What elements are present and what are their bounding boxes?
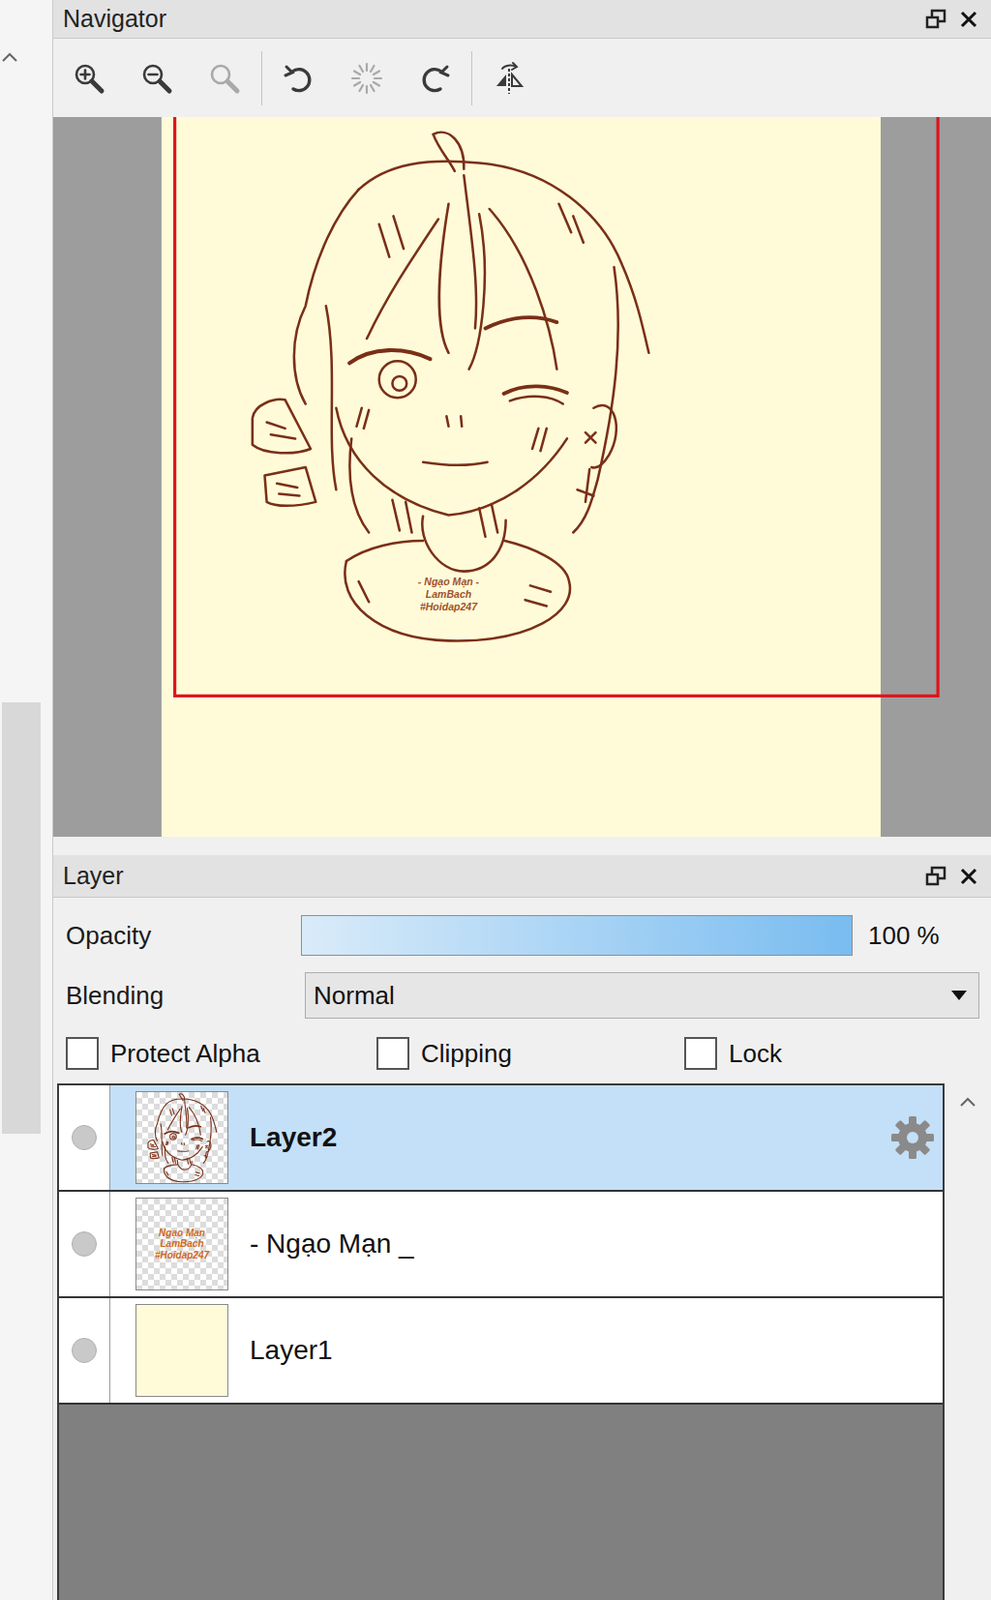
float-icon [925, 866, 947, 888]
layer-list-scrollbar[interactable] [944, 1083, 991, 1600]
rotate-reset-icon [349, 60, 385, 96]
scroll-thumb[interactable] [1, 702, 41, 1135]
rotate-left-icon [281, 60, 317, 96]
option-checkbox[interactable]: Protect Alpha [65, 1037, 377, 1071]
flip-icon [491, 60, 527, 96]
scroll-up-icon[interactable] [0, 50, 20, 64]
paper [161, 117, 881, 838]
navigator-title-bar: Navigator [53, 0, 991, 39]
visibility-dot[interactable] [71, 1231, 97, 1258]
rotate-left-button[interactable] [265, 51, 333, 106]
opacity-row: Opacity 100 % [53, 914, 991, 958]
visibility-cell[interactable] [59, 1192, 111, 1297]
close-icon [959, 867, 979, 887]
visibility-dot[interactable] [71, 1125, 97, 1151]
checkbox[interactable] [376, 1037, 410, 1071]
rotate-right-icon [417, 60, 452, 96]
zoom-reset-button[interactable] [190, 51, 259, 106]
layer-name: - Ngạo Mạn _ [249, 1229, 943, 1261]
layer-list-empty [59, 1405, 943, 1600]
close-button[interactable] [952, 2, 986, 36]
watermark-text: - Ngạo Mạn - [418, 575, 481, 589]
option-label: Lock [728, 1039, 782, 1070]
dock-column: Navigator- Ngạo Mạn -LamBach#Hoidap247La… [53, 0, 991, 1600]
layer-thumbnail [135, 1304, 229, 1398]
zoom-reset-icon [207, 60, 242, 96]
flip-button[interactable] [475, 51, 543, 106]
thumbnail-text: LamBach [159, 1238, 204, 1251]
left-scrollbar[interactable] [0, 0, 54, 1600]
tool-group [55, 51, 263, 106]
watermark-text: LamBach [425, 588, 472, 601]
option-label: Protect Alpha [110, 1039, 261, 1070]
character-sketch [148, 1094, 217, 1183]
layer-options: Protect Alpha Clipping Lock [53, 1035, 991, 1073]
zoom-out-button[interactable] [122, 51, 191, 106]
opacity-value: 100 % [868, 921, 940, 952]
zoom-in-button[interactable] [55, 51, 123, 106]
thumbnail-text: Ngạo Mạn [158, 1228, 206, 1240]
zoom-out-icon [139, 60, 175, 96]
option-checkbox[interactable]: Lock [684, 1037, 991, 1071]
rotate-right-button[interactable] [400, 51, 469, 106]
zoom-in-icon [71, 60, 107, 96]
rotate-reset-button[interactable] [332, 51, 401, 106]
gear-icon[interactable] [889, 1114, 936, 1162]
option-checkbox[interactable]: Clipping [376, 1037, 685, 1071]
opacity-fill [301, 916, 852, 956]
tool-group [475, 51, 546, 106]
layer-thumbnail: Ngạo MạnLamBach#Hoidap247 [135, 1198, 229, 1292]
navigator-canvas[interactable]: - Ngạo Mạn -LamBach#Hoidap247 [53, 117, 991, 838]
dropdown-arrow-icon [951, 991, 967, 1001]
blending-label: Blending [65, 981, 305, 1012]
visibility-cell[interactable] [59, 1085, 111, 1191]
visibility-dot[interactable] [71, 1338, 97, 1364]
blending-value: Normal [313, 981, 952, 1012]
blending-row: Blending Normal [53, 972, 991, 1020]
float-button[interactable] [919, 2, 953, 36]
option-label: Clipping [420, 1039, 512, 1070]
layer-thumbnail [135, 1091, 229, 1185]
layer-panel-title: Layer [62, 862, 920, 891]
opacity-label: Opacity [65, 921, 301, 952]
layer-panel: Layer Opacity 100 % Blending Normal Protect A… [53, 855, 991, 1600]
layer-list-area: Layer2 Ngạo MạnLamBach#Hoidap247 - Ngạo Mạ… [57, 1083, 991, 1600]
canvas-view[interactable]: - Ngạo Mạn -LamBach#Hoidap247 [53, 117, 991, 838]
float-icon [925, 8, 947, 31]
layer-name: Layer2 [249, 1122, 887, 1154]
float-button[interactable] [919, 860, 953, 894]
layer-row[interactable]: Layer2 [59, 1085, 943, 1193]
layer-name: Layer1 [249, 1335, 943, 1367]
blending-dropdown[interactable]: Normal [304, 972, 980, 1020]
close-button[interactable] [952, 860, 986, 894]
view-rectangle[interactable] [175, 117, 939, 696]
watermark-text: #Hoidap247 [420, 600, 479, 613]
visibility-cell[interactable] [59, 1298, 111, 1404]
app: Navigator- Ngạo Mạn -LamBach#Hoidap247La… [0, 0, 991, 1600]
opacity-slider[interactable] [300, 915, 853, 957]
layer-row[interactable]: Layer1 [59, 1298, 943, 1406]
thumbnail-text: #Hoidap247 [154, 1250, 210, 1262]
tool-group [265, 51, 473, 106]
panel-gap [53, 837, 991, 856]
character-sketch [252, 132, 650, 642]
navigator-title: Navigator [62, 4, 920, 33]
layer-list: Layer2 Ngạo MạnLamBach#Hoidap247 - Ngạo Mạ… [57, 1083, 945, 1600]
layer-title-bar: Layer [53, 855, 991, 899]
scroll-up-icon[interactable] [958, 1095, 978, 1110]
layer-row[interactable]: Ngạo MạnLamBach#Hoidap247 - Ngạo Mạn _ [59, 1192, 943, 1299]
navigator-toolbar [53, 38, 991, 118]
close-icon [959, 9, 979, 30]
checkbox[interactable] [65, 1037, 99, 1071]
layer-settings-button[interactable] [886, 1111, 939, 1165]
checkbox[interactable] [684, 1037, 718, 1071]
sketch-thumbnail [136, 1092, 228, 1184]
